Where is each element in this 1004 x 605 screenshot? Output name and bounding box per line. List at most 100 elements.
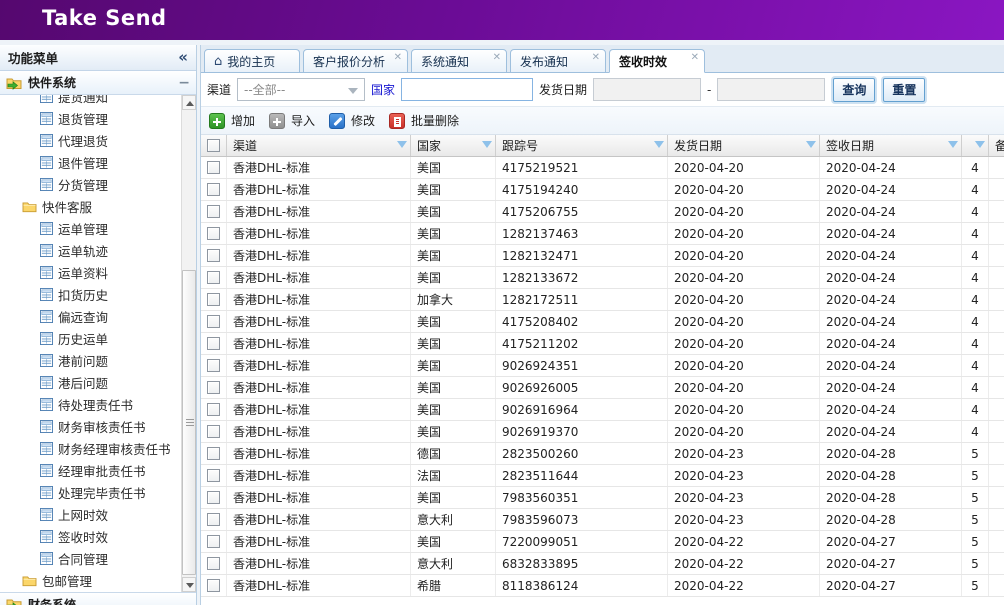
tree-item[interactable]: 退货管理 [0, 107, 182, 129]
tree-item[interactable]: 分货管理 [0, 173, 182, 195]
select-all-checkbox-cell[interactable] [201, 135, 227, 156]
table-row[interactable]: 香港DHL-标准美国41752112022020-04-202020-04-24… [201, 333, 1004, 355]
tab[interactable]: 签收时效 ✕ [609, 49, 705, 73]
tree-item[interactable]: 财务审核责任书 [0, 415, 182, 437]
table-row[interactable]: 香港DHL-标准意大利79835960732020-04-232020-04-2… [201, 509, 1004, 531]
table-row[interactable]: 香港DHL-标准法国28235116442020-04-232020-04-28… [201, 465, 1004, 487]
tree-item[interactable]: 历史运单 [0, 327, 182, 349]
column-header[interactable] [962, 135, 989, 156]
table-row[interactable]: 香港DHL-标准美国12821324712020-04-202020-04-24… [201, 245, 1004, 267]
tree-item[interactable]: 经理审批责任书 [0, 459, 182, 481]
tree-item[interactable]: 上网时效 [0, 503, 182, 525]
column-header[interactable]: 渠道 [227, 135, 411, 156]
table-row[interactable]: 香港DHL-标准美国41752195212020-04-202020-04-24… [201, 157, 1004, 179]
scrollbar-thumb[interactable] [182, 270, 196, 575]
row-checkbox[interactable] [207, 403, 220, 416]
tab[interactable]: 发布通知 ✕ [510, 49, 606, 73]
query-button[interactable]: 查询 [833, 78, 875, 102]
table-row[interactable]: 香港DHL-标准美国41752067552020-04-202020-04-24… [201, 201, 1004, 223]
table-row[interactable]: 香港DHL-标准美国90269260052020-04-202020-04-24… [201, 377, 1004, 399]
tree-item[interactable]: 港前问题 [0, 349, 182, 371]
sidebar-scrollbar[interactable] [181, 95, 196, 592]
sidebar-collapse-icon[interactable]: « [178, 50, 188, 65]
toolbar-button[interactable]: 批量删除 [389, 112, 459, 129]
table-row[interactable]: 香港DHL-标准美国90269169642020-04-202020-04-24… [201, 399, 1004, 421]
scrollbar-down-button[interactable] [182, 577, 196, 592]
tab-close-icon[interactable]: ✕ [394, 53, 402, 63]
table-row[interactable]: 香港DHL-标准美国90269243512020-04-202020-04-24… [201, 355, 1004, 377]
tree-item[interactable]: 运单资料 [0, 261, 182, 283]
row-checkbox[interactable] [207, 447, 220, 460]
tree-item[interactable]: 签收时效 [0, 525, 182, 547]
table-row[interactable]: 香港DHL-标准美国72200990512020-04-222020-04-27… [201, 531, 1004, 553]
column-header[interactable]: 备注 [989, 135, 1004, 156]
toolbar-button[interactable]: 增加 [209, 112, 255, 129]
ship-date-from-input[interactable] [593, 78, 701, 101]
table-row[interactable]: 香港DHL-标准美国12821336722020-04-202020-04-24… [201, 267, 1004, 289]
table-row[interactable]: 香港DHL-标准意大利68328338952020-04-222020-04-2… [201, 553, 1004, 575]
tab[interactable]: 系统通知 ✕ [411, 49, 507, 73]
select-all-checkbox[interactable] [207, 139, 220, 152]
row-checkbox[interactable] [207, 381, 220, 394]
ship-date-to-input[interactable] [717, 78, 825, 101]
tree-item[interactable]: 偏远查询 [0, 305, 182, 327]
tree-item[interactable]: 财务经理审核责任书 [0, 437, 182, 459]
row-checkbox[interactable] [207, 337, 220, 350]
table-row[interactable]: 香港DHL-标准加拿大12821725112020-04-202020-04-2… [201, 289, 1004, 311]
table-row[interactable]: 香港DHL-标准美国79835603512020-04-232020-04-28… [201, 487, 1004, 509]
tree-item[interactable]: 代理退货 [0, 129, 182, 151]
scrollbar-up-button[interactable] [182, 95, 196, 110]
tree-item[interactable]: 港后问题 [0, 371, 182, 393]
column-header[interactable]: 国家 [411, 135, 496, 156]
column-header[interactable]: 签收日期 [820, 135, 962, 156]
row-checkbox[interactable] [207, 359, 220, 372]
add-icon [209, 113, 225, 129]
tree-item[interactable]: 扣货历史 [0, 283, 182, 305]
tree-item[interactable]: 合同管理 [0, 547, 182, 569]
tree-item[interactable]: 退件管理 [0, 151, 182, 173]
reset-button[interactable]: 重置 [883, 78, 925, 102]
row-checkbox[interactable] [207, 513, 220, 526]
tree-item[interactable]: 待处理责任书 [0, 393, 182, 415]
row-checkbox[interactable] [207, 227, 220, 240]
tree-item[interactable]: 运单管理 [0, 217, 182, 239]
accordion-section-express[interactable]: 快件系统 − [0, 71, 196, 95]
channel-select[interactable]: --全部-- [237, 78, 365, 101]
tab[interactable]: ⌂ 我的主页 [204, 49, 300, 73]
table-row[interactable]: 香港DHL-标准美国12821374632020-04-202020-04-24… [201, 223, 1004, 245]
row-checkbox[interactable] [207, 491, 220, 504]
toolbar-button[interactable]: 修改 [329, 112, 375, 129]
tree-item[interactable]: 运单轨迹 [0, 239, 182, 261]
country-input[interactable] [401, 78, 533, 101]
row-checkbox[interactable] [207, 315, 220, 328]
row-checkbox[interactable] [207, 293, 220, 306]
tab[interactable]: 客户报价分析 ✕ [303, 49, 408, 73]
row-checkbox[interactable] [207, 469, 220, 482]
tree-item[interactable]: 包邮管理 [0, 569, 182, 591]
table-row[interactable]: 香港DHL-标准美国41751942402020-04-202020-04-24… [201, 179, 1004, 201]
row-checkbox[interactable] [207, 271, 220, 284]
row-checkbox[interactable] [207, 425, 220, 438]
row-checkbox[interactable] [207, 205, 220, 218]
column-header[interactable]: 发货日期 [668, 135, 820, 156]
row-checkbox[interactable] [207, 161, 220, 174]
table-row[interactable]: 香港DHL-标准美国90269193702020-04-202020-04-24… [201, 421, 1004, 443]
tree-item[interactable]: 快件客服 [0, 195, 182, 217]
row-checkbox[interactable] [207, 535, 220, 548]
section-collapse-icon[interactable]: − [178, 75, 190, 91]
table-row[interactable]: 香港DHL-标准希腊81183861242020-04-222020-04-27… [201, 575, 1004, 597]
tree-item[interactable]: 处理完毕责任书 [0, 481, 182, 503]
row-checkbox[interactable] [207, 557, 220, 570]
tab-close-icon[interactable]: ✕ [493, 53, 501, 63]
tab-close-icon[interactable]: ✕ [592, 53, 600, 63]
row-checkbox[interactable] [207, 183, 220, 196]
toolbar-button[interactable]: 导入 [269, 112, 315, 129]
tree-item[interactable]: 提货通知 [0, 95, 182, 107]
column-header[interactable]: 跟踪号 [496, 135, 668, 156]
table-row[interactable]: 香港DHL-标准美国41752084022020-04-202020-04-24… [201, 311, 1004, 333]
row-checkbox[interactable] [207, 249, 220, 262]
table-row[interactable]: 香港DHL-标准德国28235002602020-04-232020-04-28… [201, 443, 1004, 465]
tab-close-icon[interactable]: ✕ [691, 53, 699, 63]
row-checkbox[interactable] [207, 579, 220, 592]
accordion-section-finance[interactable]: 财务系统 [0, 592, 196, 605]
